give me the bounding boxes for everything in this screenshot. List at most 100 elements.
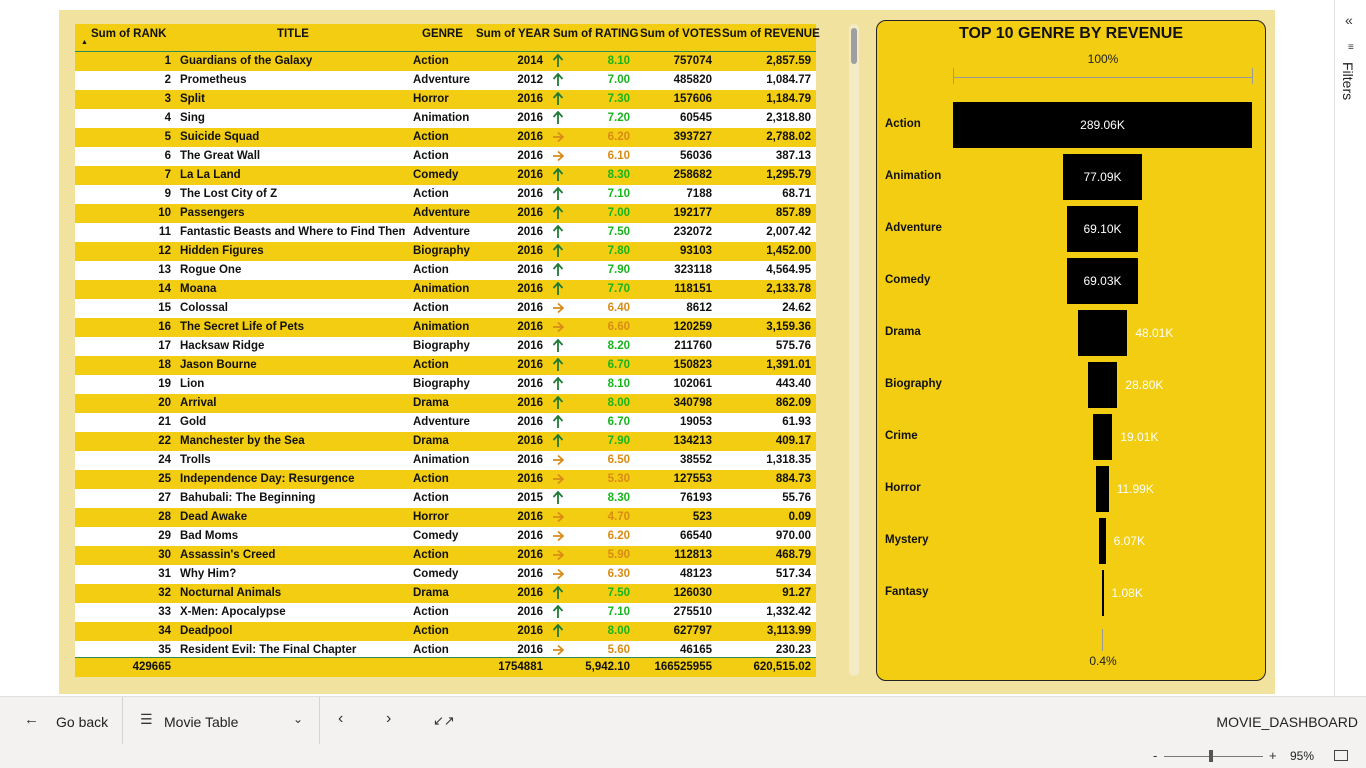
genre-revenue-funnel[interactable]: TOP 10 GENRE BY REVENUE 100% Action 289.0… (876, 20, 1266, 681)
cell-revenue: 1,084.77 (766, 74, 811, 86)
total-rating: 5,942.10 (585, 661, 630, 673)
zoom-slider[interactable] (1164, 756, 1263, 757)
arrow-right-icon (553, 150, 564, 162)
cell-rating: 6.30 (607, 568, 630, 580)
arrow-up-icon (552, 187, 564, 200)
table-row[interactable]: 9 The Lost City of Z Action 2016 7.10 7188 68.… (75, 185, 816, 204)
funnel-bar[interactable] (1101, 570, 1104, 616)
sort-ascending-icon[interactable]: ▲ (81, 39, 88, 47)
cell-year: 2016 (517, 112, 543, 124)
cell-genre: Action (413, 359, 449, 371)
funnel-bar[interactable] (1096, 466, 1109, 512)
table-row[interactable]: 4 Sing Animation 2016 7.20 60545 2,318.80 (75, 109, 816, 128)
cell-title: Manchester by the Sea (180, 435, 305, 447)
table-row[interactable]: 20 Arrival Drama 2016 8.00 340798 862.09 (75, 394, 816, 413)
table-row[interactable]: 16 The Secret Life of Pets Animation 2016 6.… (75, 318, 816, 337)
table-row[interactable]: 12 Hidden Figures Biography 2016 7.80 93103 1,… (75, 242, 816, 261)
table-row[interactable]: 6 The Great Wall Action 2016 6.10 56036 387.13 (75, 147, 816, 166)
table-row[interactable]: 24 Trolls Animation 2016 6.50 38552 1,318.35 (75, 451, 816, 470)
scrollbar-thumb[interactable] (851, 28, 857, 64)
funnel-value-label: 11.99K (1116, 482, 1154, 496)
table-row[interactable]: 22 Manchester by the Sea Drama 2016 7.90 1342… (75, 432, 816, 451)
funnel-bar[interactable] (1099, 518, 1106, 564)
arrow-right-icon (553, 530, 564, 542)
collapse-filters-icon[interactable]: « (1345, 12, 1353, 28)
cell-votes: 340798 (673, 397, 712, 409)
table-row[interactable]: 5 Suicide Squad Action 2016 6.20 393727 2,788.… (75, 128, 816, 147)
table-row[interactable]: 19 Lion Biography 2016 8.10 102061 443.40 (75, 375, 816, 394)
table-row[interactable]: 15 Colossal Action 2016 6.40 8612 24.62 (75, 299, 816, 318)
cell-rating: 7.10 (607, 188, 630, 200)
movie-table[interactable]: ▲ Sum of RANK TITLE GENRE Sum of YEAR Su… (75, 24, 820, 677)
go-back-button[interactable]: ← Go back (0, 697, 123, 745)
arrow-up-icon (552, 225, 564, 238)
cell-year: 2016 (517, 207, 543, 219)
cell-genre: Animation (413, 321, 470, 333)
table-scrollbar[interactable] (849, 24, 859, 676)
header-year[interactable]: Sum of YEAR (476, 24, 550, 51)
cell-year: 2016 (517, 606, 543, 618)
funnel-bar[interactable] (1092, 414, 1113, 460)
cell-title: Trolls (180, 454, 211, 466)
table-row[interactable]: 27 Bahubali: The Beginning Action 2015 8.30 7… (75, 489, 816, 508)
cell-votes: 112813 (674, 549, 712, 561)
cell-rank: 24 (158, 454, 171, 466)
fit-to-page-icon[interactable] (1334, 750, 1348, 761)
cell-genre: Action (413, 131, 449, 143)
zoom-slider-thumb[interactable] (1209, 750, 1213, 762)
zoom-out-button[interactable]: - (1153, 748, 1157, 763)
collapse-view-icon[interactable]: ↙↗ (433, 713, 455, 729)
header-votes[interactable]: Sum of VOTES (640, 24, 721, 51)
arrow-up-icon (552, 111, 564, 124)
arrow-up-icon (552, 73, 564, 86)
table-row[interactable]: 31 Why Him? Comedy 2016 6.30 48123 517.34 (75, 565, 816, 584)
previous-page-button[interactable]: ‹ (338, 710, 343, 728)
cell-year: 2016 (517, 378, 543, 390)
table-row[interactable]: 11 Fantastic Beasts and Where to Find The… (75, 223, 816, 242)
arrow-up-icon (552, 168, 564, 181)
funnel-value-label: 19.01K (1120, 430, 1159, 444)
funnel-value-label: 6.07K (1113, 534, 1145, 548)
table-row[interactable]: 33 X-Men: Apocalypse Action 2016 7.10 275510 1… (75, 603, 816, 622)
table-row[interactable]: 1 Guardians of the Galaxy Action 2014 8.10 75… (75, 52, 816, 71)
cell-revenue: 857.89 (775, 207, 811, 219)
table-row[interactable]: 2 Prometheus Adventure 2012 7.00 485820 1,084.… (75, 71, 816, 90)
table-row[interactable]: 10 Passengers Adventure 2016 7.00 192177 857.8… (75, 204, 816, 223)
table-row[interactable]: 32 Nocturnal Animals Drama 2016 7.50 126030 91… (75, 584, 816, 603)
table-row[interactable]: 30 Assassin's Creed Action 2016 5.90 112813 46… (75, 546, 816, 565)
report-name: MOVIE_DASHBOARD (1216, 714, 1358, 730)
table-row[interactable]: 28 Dead Awake Horror 2016 4.70 523 0.09 (75, 508, 816, 527)
table-row[interactable]: 3 Split Horror 2016 7.30 157606 1,184.79 (75, 90, 816, 109)
cell-revenue: 1,391.01 (766, 359, 811, 371)
table-row[interactable]: 17 Hacksaw Ridge Biography 2016 8.20 211760 57… (75, 337, 816, 356)
table-row[interactable]: 7 La La Land Comedy 2016 8.30 258682 1,295.79 (75, 166, 816, 185)
cell-rank: 18 (158, 359, 171, 371)
table-row[interactable]: 34 Deadpool Action 2016 8.00 627797 3,113.99 (75, 622, 816, 641)
header-rank[interactable]: Sum of RANK (91, 24, 166, 51)
table-row[interactable]: 13 Rogue One Action 2016 7.90 323118 4,564.95 (75, 261, 816, 280)
table-row[interactable]: 18 Jason Bourne Action 2016 6.70 150823 1,391.… (75, 356, 816, 375)
page-selector[interactable]: ☰ Movie Table ⌄ (123, 697, 320, 745)
table-row[interactable]: 25 Independence Day: Resurgence Action 2016… (75, 470, 816, 489)
cell-year: 2015 (517, 492, 543, 504)
cell-rank: 27 (158, 492, 171, 504)
filters-label[interactable]: Filters (1340, 62, 1356, 100)
zoom-in-button[interactable]: + (1269, 748, 1277, 763)
total-votes: 166525955 (654, 661, 712, 673)
funnel-bar[interactable] (1087, 362, 1118, 408)
cell-rating: 6.60 (607, 321, 630, 333)
table-row[interactable]: 14 Moana Animation 2016 7.70 118151 2,133.78 (75, 280, 816, 299)
next-page-button[interactable]: › (386, 710, 391, 728)
cell-revenue: 0.09 (788, 511, 811, 523)
cell-title: Bahubali: The Beginning (180, 492, 316, 504)
table-row[interactable]: 21 Gold Adventure 2016 6.70 19053 61.93 (75, 413, 816, 432)
cell-genre: Comedy (413, 169, 459, 181)
table-row[interactable]: 29 Bad Moms Comedy 2016 6.20 66540 970.00 (75, 527, 816, 546)
header-revenue[interactable]: Sum of REVENUE (722, 24, 820, 51)
cell-rank: 32 (158, 587, 171, 599)
header-genre[interactable]: GENRE (422, 24, 463, 51)
total-year: 1754881 (498, 661, 543, 673)
funnel-bar[interactable] (1077, 310, 1128, 356)
header-title[interactable]: TITLE (277, 24, 309, 51)
header-rating[interactable]: Sum of RATING (553, 24, 638, 51)
